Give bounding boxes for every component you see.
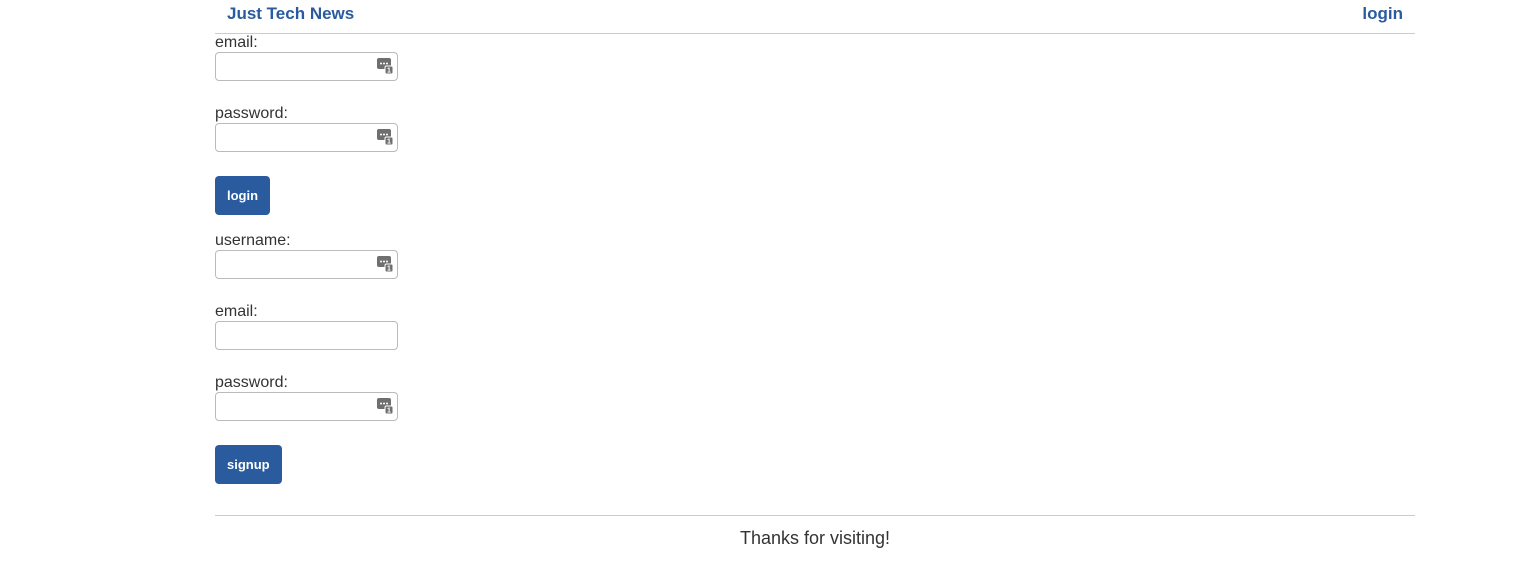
password-manager-icon[interactable]: 1 [377, 129, 393, 145]
signup-email-label: email: [215, 303, 258, 320]
nav-login-link[interactable]: login [1362, 4, 1403, 24]
site-header: Just Tech News login [215, 0, 1415, 34]
signup-username-input-box: 1 [215, 250, 398, 279]
signup-password-field: password: 1 [215, 374, 1415, 421]
login-email-input-box: 1 [215, 52, 398, 81]
login-password-label: password: [215, 105, 288, 122]
signup-button[interactable]: signup [215, 445, 282, 484]
signup-email-input[interactable] [216, 322, 378, 349]
signup-email-field: email: [215, 303, 1415, 350]
svg-text:1: 1 [387, 139, 391, 146]
password-manager-icon[interactable]: 1 [377, 58, 393, 74]
svg-text:1: 1 [387, 408, 391, 415]
footer-text: Thanks for visiting! [739, 528, 891, 548]
site-footer: Thanks for visiting! [215, 515, 1415, 549]
login-email-input[interactable] [216, 53, 378, 80]
login-password-input[interactable] [216, 124, 378, 151]
signup-password-label: password: [215, 374, 288, 391]
svg-text:1: 1 [387, 266, 391, 273]
login-email-label: email: [215, 34, 258, 51]
login-email-field: email: 1 [215, 34, 1415, 81]
login-password-field: password: 1 [215, 105, 1415, 152]
page-container: Just Tech News login email: 1 password: [215, 0, 1415, 548]
signup-password-input[interactable] [216, 393, 378, 420]
login-form: email: 1 password: 1 login [215, 34, 1415, 215]
signup-username-field: username: 1 [215, 232, 1415, 279]
login-button[interactable]: login [215, 176, 271, 215]
signup-username-input[interactable] [216, 251, 378, 278]
signup-form: username: 1 email: password: 1 signup [215, 232, 1415, 484]
signup-password-input-box: 1 [215, 392, 398, 421]
login-password-input-box: 1 [215, 123, 398, 152]
password-manager-icon[interactable]: 1 [377, 398, 393, 414]
password-manager-icon[interactable]: 1 [377, 256, 393, 272]
signup-email-input-box [215, 321, 398, 350]
svg-text:1: 1 [387, 68, 391, 75]
signup-username-label: username: [215, 232, 291, 249]
brand-link[interactable]: Just Tech News [227, 4, 354, 24]
